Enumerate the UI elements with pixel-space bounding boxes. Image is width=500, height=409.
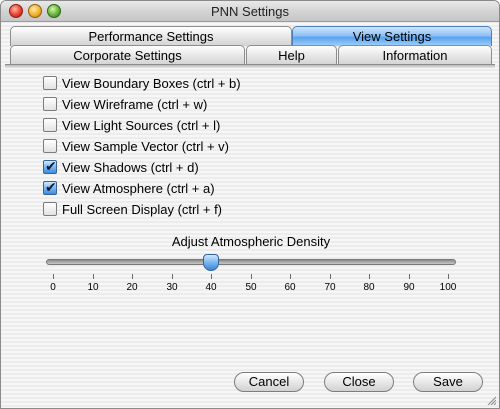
slider-tick-label: 100 (439, 282, 457, 293)
option-label: View Shadows (ctrl + d) (62, 159, 199, 175)
option-row[interactable]: ✔ View Atmosphere (ctrl + a) (43, 179, 215, 196)
slider-tick (53, 274, 54, 279)
slider-tick (330, 274, 331, 279)
checkbox[interactable] (43, 118, 57, 132)
slider-tick-label: 30 (166, 282, 178, 293)
slider-tick-label: 70 (324, 282, 336, 293)
slider-tick-label: 0 (50, 282, 56, 293)
checkbox[interactable] (43, 76, 57, 90)
option-label: Full Screen Display (ctrl + f) (62, 201, 223, 217)
save-button[interactable]: Save (413, 372, 483, 392)
slider-tick-label: 60 (284, 282, 296, 293)
slider-tick-label: 90 (403, 282, 415, 293)
slider-tick (409, 274, 410, 279)
option-row[interactable]: View Sample Vector (ctrl + v) (43, 138, 229, 154)
resize-grip-icon[interactable] (486, 395, 496, 405)
option-row[interactable]: View Boundary Boxes (ctrl + b) (43, 75, 241, 91)
density-slider-track[interactable] (46, 259, 456, 265)
cancel-button[interactable]: Cancel (234, 372, 304, 392)
option-label: View Boundary Boxes (ctrl + b) (62, 75, 241, 91)
tab-panel-edge (5, 64, 495, 68)
title-bar[interactable]: PNN Settings (1, 1, 499, 22)
slider-tick (251, 274, 252, 279)
slider-tick (93, 274, 94, 279)
slider-tick-label: 20 (126, 282, 138, 293)
slider-tick-label: 40 (205, 282, 217, 293)
option-row[interactable]: View Light Sources (ctrl + l) (43, 117, 220, 133)
option-label: View Wireframe (ctrl + w) (62, 96, 208, 112)
slider-tick (369, 274, 370, 279)
tab-information[interactable]: Information (338, 45, 492, 65)
option-label: View Light Sources (ctrl + l) (62, 117, 221, 133)
tab-performance-settings[interactable]: Performance Settings (10, 26, 292, 46)
close-button[interactable]: Close (324, 372, 394, 392)
density-slider-thumb[interactable] (203, 254, 219, 271)
option-row[interactable]: ✔ View Shadows (ctrl + d) (43, 158, 199, 175)
slider-tick (211, 274, 212, 279)
slider-title: Adjust Atmospheric Density (171, 234, 331, 249)
slider-tick-label: 80 (363, 282, 375, 293)
option-row[interactable]: Full Screen Display (ctrl + f) (43, 201, 222, 217)
option-row[interactable]: View Wireframe (ctrl + w) (43, 96, 207, 112)
window-title: PNN Settings (210, 4, 290, 19)
slider-tick (132, 274, 133, 279)
slider-tick (290, 274, 291, 279)
slider-tick (448, 274, 449, 279)
checkmark-icon: ✔ (45, 179, 57, 195)
option-label: View Sample Vector (ctrl + v) (62, 138, 230, 154)
tab-corporate-settings[interactable]: Corporate Settings (10, 45, 245, 65)
slider-tick (172, 274, 173, 279)
checkbox[interactable] (43, 139, 57, 153)
checkbox[interactable] (43, 97, 57, 111)
slider-tick-label: 10 (87, 282, 99, 293)
settings-window: PNN Settings Performance Settings View S… (0, 0, 500, 409)
tab-view-settings[interactable]: View Settings (292, 26, 492, 46)
checkbox[interactable]: ✔ (43, 158, 57, 174)
checkbox[interactable] (43, 202, 57, 216)
slider-tick-label: 50 (245, 282, 257, 293)
option-label: View Atmosphere (ctrl + a) (62, 180, 215, 196)
checkmark-icon: ✔ (45, 158, 57, 174)
tab-help[interactable]: Help (246, 45, 337, 65)
checkbox[interactable]: ✔ (43, 179, 57, 195)
